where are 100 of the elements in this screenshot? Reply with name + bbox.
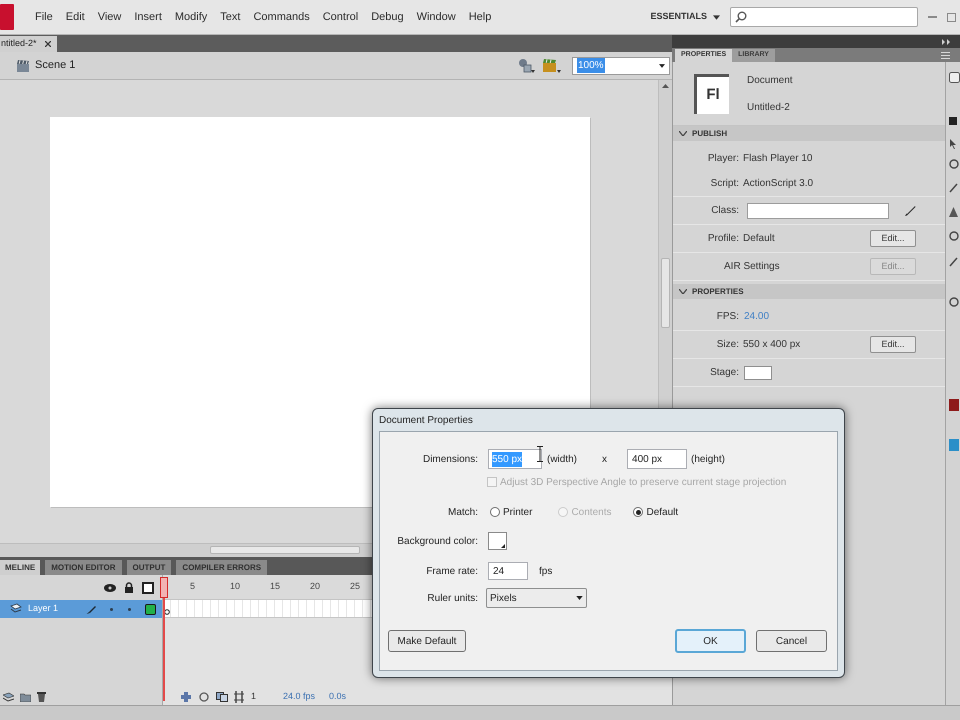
- scrollbar-thumb[interactable]: [661, 258, 670, 328]
- layer-name: Layer 1: [28, 602, 58, 616]
- panel-tab[interactable]: OUTPUT: [126, 560, 172, 575]
- color-swatch-icon[interactable]: [488, 532, 507, 550]
- outline-square-icon[interactable]: [142, 582, 154, 594]
- eye-icon[interactable]: [104, 584, 116, 592]
- shapes-icon[interactable]: [518, 58, 536, 74]
- plus-icon[interactable]: [181, 692, 191, 702]
- caret-icon: [659, 64, 665, 68]
- property-label: AIR Settings: [724, 260, 780, 274]
- lock-icon[interactable]: [124, 582, 134, 593]
- color-swatch-icon[interactable]: [949, 439, 959, 451]
- property-label: Script:: [710, 177, 739, 191]
- radio-label: Contents: [571, 506, 612, 520]
- menu-item[interactable]: Window: [416, 8, 456, 26]
- close-icon[interactable]: [44, 41, 51, 47]
- double-arrow-icon[interactable]: [942, 38, 952, 44]
- scroll-up-icon[interactable]: [662, 84, 669, 88]
- dialog-button[interactable]: OK: [675, 629, 746, 653]
- menu-item[interactable]: Edit: [66, 8, 85, 26]
- clapperboard-icon[interactable]: [542, 57, 562, 74]
- circle-icon[interactable]: [949, 231, 959, 241]
- current-frame: 1: [251, 690, 256, 704]
- hash-icon[interactable]: [234, 690, 244, 702]
- dialog-button[interactable]: Make Default: [388, 630, 466, 652]
- property-value: ActionScript 3.0: [743, 177, 814, 191]
- menu-item[interactable]: Text: [220, 8, 240, 26]
- dialog-button[interactable]: Cancel: [756, 630, 827, 652]
- pencil-icon[interactable]: [904, 204, 916, 216]
- menu-item[interactable]: Modify: [174, 8, 208, 26]
- frame-rate-field[interactable]: 24: [488, 562, 528, 580]
- panel-tab[interactable]: MELINE: [0, 560, 40, 575]
- chevron-down-icon: [679, 289, 687, 294]
- field-hint: (height): [691, 452, 725, 466]
- triangle-icon[interactable]: [949, 207, 958, 217]
- rounded-square-icon[interactable]: [949, 72, 960, 83]
- folder-icon[interactable]: [20, 692, 31, 702]
- height-field[interactable]: 400 px: [627, 449, 688, 469]
- radio-button[interactable]: [490, 507, 500, 517]
- field-label: Background color:: [396, 534, 478, 548]
- line-icon[interactable]: [949, 257, 958, 267]
- menu-icon[interactable]: [941, 52, 950, 59]
- workspace-switcher[interactable]: ESSENTIALS: [632, 7, 722, 27]
- radio-label: Printer: [503, 506, 532, 520]
- menu-item[interactable]: Insert: [134, 8, 162, 26]
- search-field[interactable]: [730, 7, 918, 27]
- menu-item[interactable]: Debug: [371, 8, 404, 26]
- unit-label: fps: [539, 564, 552, 578]
- property-label: FPS:: [716, 310, 739, 324]
- ruler-units-dropdown[interactable]: Pixels: [486, 588, 587, 608]
- dot-icon[interactable]: [128, 608, 131, 610]
- scrollbar-thumb[interactable]: [210, 546, 360, 554]
- radio-button[interactable]: [633, 507, 644, 517]
- dot-icon[interactable]: [110, 608, 113, 610]
- overlapping-squares-icon[interactable]: [216, 692, 228, 702]
- text-cursor-icon: [537, 446, 543, 462]
- menu-item[interactable]: Commands: [253, 8, 310, 26]
- frame-number: 20: [310, 580, 322, 594]
- frame-rate: 24.0 fps: [283, 690, 316, 703]
- document-icon: Fl: [694, 74, 729, 114]
- circle-icon[interactable]: [949, 297, 959, 307]
- maximize-icon[interactable]: [947, 12, 956, 22]
- menu-item[interactable]: View: [98, 8, 122, 26]
- edit-button[interactable]: Edit...: [870, 230, 916, 247]
- document-tab[interactable]: ntitled-2*: [0, 36, 57, 52]
- panel-tab[interactable]: MOTION EDITOR: [45, 560, 122, 575]
- circle-icon[interactable]: [199, 692, 209, 702]
- radio-label: Default: [646, 506, 678, 520]
- property-value: Flash Player 10: [743, 152, 812, 166]
- menu-item[interactable]: Control: [322, 8, 358, 26]
- layers-icon[interactable]: [3, 692, 14, 702]
- trash-icon[interactable]: [37, 691, 46, 702]
- field-label: Ruler units:: [426, 592, 478, 606]
- section-header[interactable]: PROPERTIES: [673, 284, 945, 299]
- class-field[interactable]: [747, 202, 889, 218]
- property-label: Class:: [710, 204, 739, 218]
- field-label: Frame rate:: [425, 564, 478, 578]
- search-icon: [735, 11, 747, 23]
- circle-icon[interactable]: [949, 159, 959, 169]
- stage-color-swatch-icon[interactable]: [744, 366, 772, 380]
- section-header[interactable]: PUBLISH: [673, 126, 945, 141]
- layer-color-swatch-icon[interactable]: [145, 604, 156, 614]
- frame-number: 5: [190, 580, 196, 594]
- clapperboard-icon: [16, 58, 30, 72]
- layers-icon: [10, 603, 22, 615]
- field-hint: (width): [547, 452, 578, 466]
- color-swatch-icon[interactable]: [949, 399, 959, 411]
- playhead[interactable]: [160, 577, 168, 701]
- property-label: Size:: [716, 338, 739, 352]
- line-icon[interactable]: [949, 183, 958, 193]
- document-name: Untitled-2: [747, 100, 791, 114]
- menu-item[interactable]: Help: [468, 8, 492, 26]
- checkbox-label: Adjust 3D Perspective Angle to preserve current stage projection: [500, 476, 786, 490]
- panel-tab[interactable]: COMPILER ERRORS: [176, 560, 268, 575]
- field-label: Dimensions:: [422, 452, 478, 466]
- edit-button[interactable]: Edit...: [870, 336, 916, 353]
- property-value: Default: [743, 232, 775, 246]
- menu-item[interactable]: File: [35, 8, 53, 26]
- caret-icon: [713, 14, 720, 20]
- arrow-icon[interactable]: [949, 139, 957, 149]
